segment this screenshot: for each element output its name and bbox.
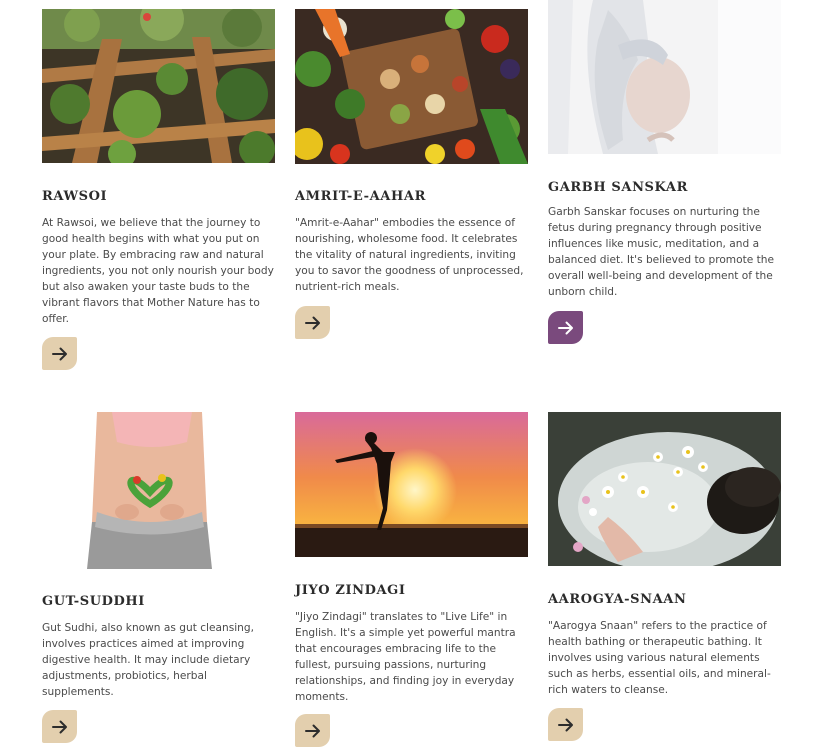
card-description: "Amrit-e-Aahar" embodies the essence of … (295, 217, 524, 293)
pregnant-woman-photo (548, 0, 781, 154)
gut-health-vegetable-heart-photo (42, 412, 275, 569)
sunset-silhouette-photo (295, 412, 528, 557)
flower-bath-photo (548, 412, 781, 566)
card-title: GARBH SANSKAR (548, 180, 688, 195)
card-title: AMRIT-E-AAHAR (295, 189, 426, 204)
arrow-right-icon (304, 316, 320, 329)
card-title: AAROGYA-SNAAN (548, 592, 687, 607)
read-more-button[interactable] (42, 337, 77, 370)
read-more-button[interactable] (295, 306, 330, 339)
card-description: At Rawsoi, we believe that the journey t… (42, 217, 274, 325)
arrow-right-icon (557, 718, 573, 731)
read-more-button[interactable] (42, 710, 77, 743)
card-title: RAWSOI (42, 189, 108, 204)
card-title: GUT-SUDDHI (42, 594, 145, 609)
card-description: "Jiyo Zindagi" translates to "Live Life"… (295, 611, 516, 703)
card-description: Gut Sudhi, also known as gut cleansing, … (42, 622, 254, 698)
arrow-right-icon (51, 720, 67, 733)
card-description: "Aarogya Snaan" refers to the practice o… (548, 620, 771, 696)
arrow-right-icon (51, 347, 67, 360)
fresh-vegetables-and-spices-photo (295, 9, 528, 164)
arrow-right-icon (557, 321, 573, 334)
card-title: JIYO ZINDAGI (295, 583, 406, 598)
raised-garden-beds-photo (42, 9, 275, 163)
arrow-right-icon (304, 724, 320, 737)
read-more-button[interactable] (548, 311, 583, 344)
read-more-button[interactable] (295, 714, 330, 747)
card-description: Garbh Sanskar focuses on nurturing the f… (548, 206, 775, 298)
read-more-button[interactable] (548, 708, 583, 741)
